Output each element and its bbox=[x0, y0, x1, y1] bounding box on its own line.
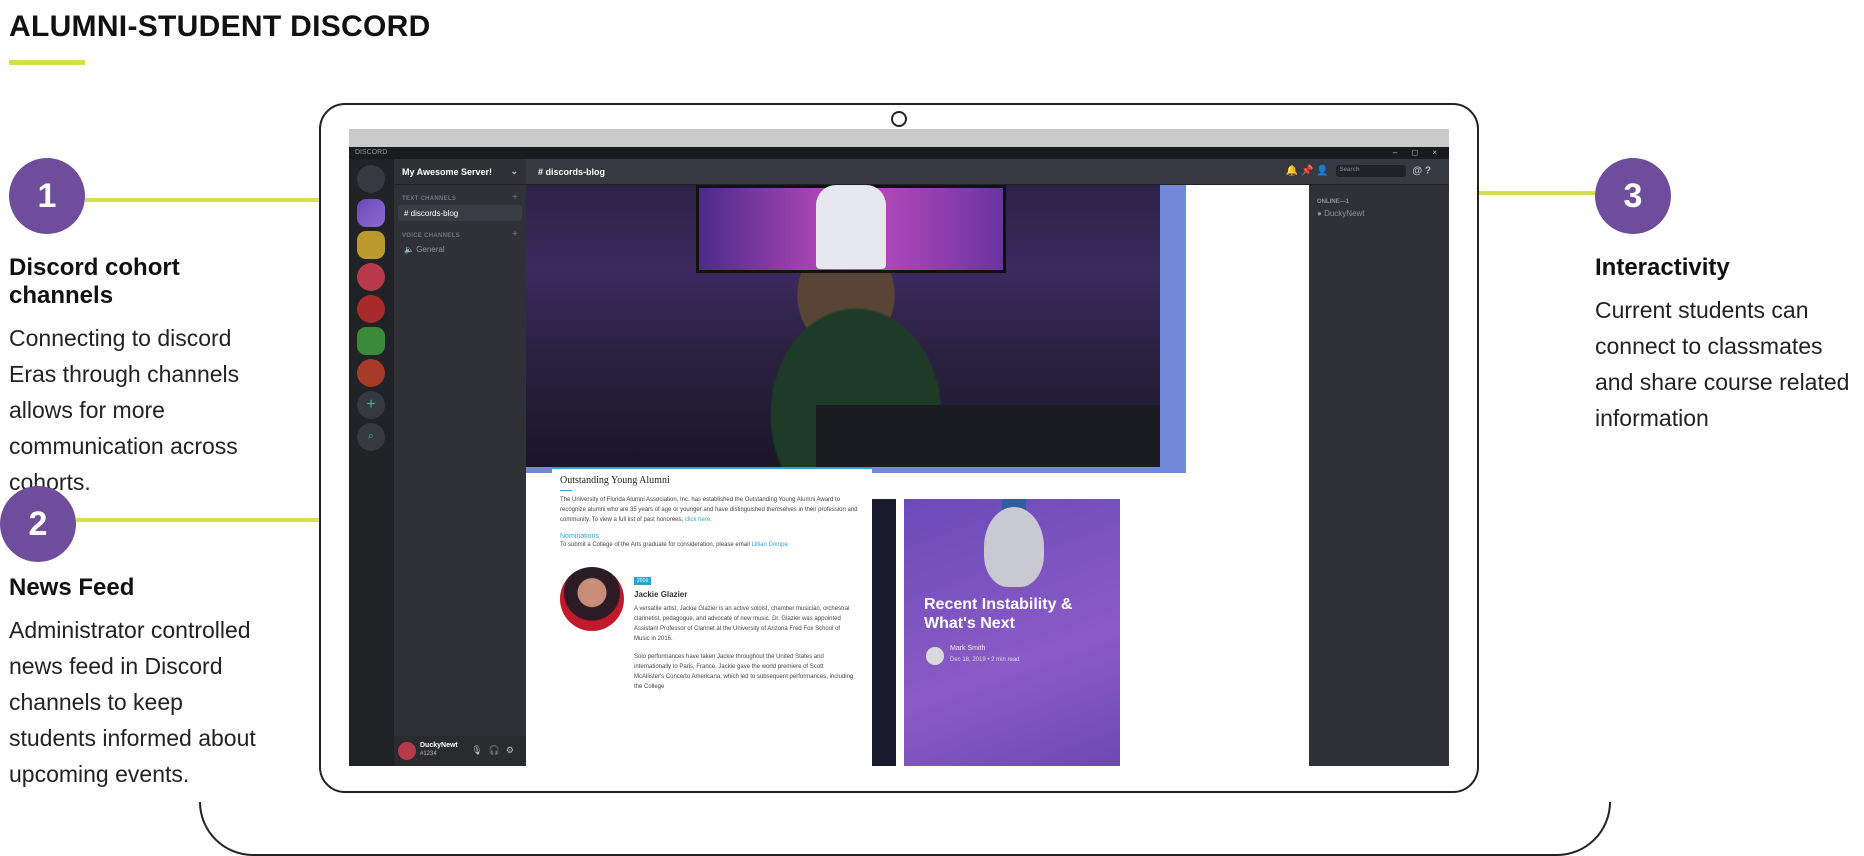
screen-bezel-bar bbox=[349, 129, 1449, 147]
article-intro: The University of Florida Alumni Associa… bbox=[560, 497, 858, 523]
server-icon-4[interactable] bbox=[357, 295, 385, 323]
news-feed: Outstanding Young Alumni The University … bbox=[526, 185, 1309, 766]
bio-paragraph-1: A versatile artist, Jackie Glazier is an… bbox=[634, 606, 850, 642]
lightbulb-icon bbox=[984, 507, 1044, 587]
chevron-down-icon[interactable]: ⌄ bbox=[510, 166, 518, 177]
page-title: ALUMNI-STUDENT DISCORD bbox=[9, 10, 431, 43]
annotation-3: Interactivity Current students can conne… bbox=[1595, 254, 1860, 436]
server-name[interactable]: My Awesome Server! ⌄ bbox=[394, 159, 526, 185]
annotation-heading-3: Interactivity bbox=[1595, 254, 1730, 281]
server-list: + ⌕ bbox=[349, 159, 394, 766]
voice-channels-category[interactable]: VOICE CHANNELS bbox=[402, 233, 460, 239]
voice-channel-general[interactable]: 🔈 General bbox=[398, 241, 522, 257]
article-card: Outstanding Young Alumni The University … bbox=[552, 467, 872, 766]
annotation-1: Discord cohort channels Connecting to di… bbox=[9, 254, 289, 500]
window-controls[interactable]: – ◻ × bbox=[1393, 147, 1443, 159]
window-title: DISCORD bbox=[349, 147, 1449, 159]
server-icon-6[interactable] bbox=[357, 359, 385, 387]
honoree-name: Jackie Glazier bbox=[634, 590, 688, 599]
user-avatar[interactable] bbox=[398, 742, 416, 760]
submit-text: To submit a College of the Arts graduate… bbox=[560, 542, 790, 548]
laptop-camera bbox=[891, 111, 907, 127]
bell-icon[interactable]: 🔔 bbox=[1286, 166, 1298, 177]
text-channels-category[interactable]: TEXT CHANNELS bbox=[402, 196, 456, 202]
dark-column bbox=[872, 499, 896, 766]
year-badge: 2016 bbox=[634, 577, 652, 585]
user-tag: #1234 bbox=[420, 751, 437, 757]
mention-icon[interactable]: @ bbox=[1412, 166, 1422, 177]
online-label: ONLINE—1 bbox=[1317, 199, 1350, 205]
author-avatar bbox=[926, 647, 944, 665]
title-underline bbox=[9, 60, 85, 65]
server-icon-5[interactable] bbox=[357, 327, 385, 355]
tv-figure bbox=[816, 185, 886, 269]
blog-author: Mark Smith bbox=[950, 645, 986, 652]
blog-title: Recent Instability & What's Next bbox=[924, 596, 1073, 632]
honoree-photo bbox=[560, 567, 624, 631]
add-voice-channel-icon[interactable]: + bbox=[512, 229, 518, 240]
channel-header: # discords-blog 🔔 📌 👤 Search @ ? bbox=[526, 159, 1449, 185]
channel-sidebar: My Awesome Server! ⌄ TEXT CHANNELS + # d… bbox=[394, 159, 526, 766]
blog-date: Dec 18, 2019 • 2 min read bbox=[950, 657, 1020, 663]
user-panel: DuckyNewt #1234 🎙🎧⚙ bbox=[394, 736, 526, 766]
annotation-text-1: Connecting to discord Eras through chann… bbox=[9, 325, 240, 495]
bio-paragraph-2: Solo performances have taken Jackie thro… bbox=[634, 654, 854, 690]
annotation-text-2: Administrator controlled news feed in Di… bbox=[9, 617, 256, 787]
honoree-bio: 2016 Jackie Glazier A versatile artist, … bbox=[634, 569, 854, 692]
email-link[interactable]: Lillian Dompe. bbox=[751, 542, 789, 548]
article-title: Outstanding Young Alumni bbox=[560, 475, 670, 486]
pin-icon[interactable]: 📌 bbox=[1301, 166, 1313, 177]
add-server-icon[interactable]: + bbox=[357, 391, 385, 419]
annotation-2: News Feed Administrator controlled news … bbox=[9, 574, 299, 792]
past-honorees-link[interactable]: click here. bbox=[685, 517, 712, 523]
user-name: DuckyNewt bbox=[420, 742, 458, 749]
user-controls[interactable]: 🎙🎧⚙ bbox=[471, 745, 520, 756]
channel-discords-blog[interactable]: # discords-blog bbox=[398, 205, 522, 221]
server-icon-2[interactable] bbox=[357, 231, 385, 259]
annotation-text-3: Current students can connect to classmat… bbox=[1595, 297, 1850, 431]
help-icon[interactable]: ? bbox=[1425, 166, 1431, 177]
feed-photo bbox=[526, 185, 1160, 467]
desk-equipment bbox=[816, 405, 1160, 467]
annotation-number-1: 1 bbox=[9, 158, 85, 234]
annotation-number-3: 3 bbox=[1595, 158, 1671, 234]
annotation-heading-1: Discord cohort channels bbox=[9, 254, 180, 309]
explore-servers-icon[interactable]: ⌕ bbox=[357, 423, 385, 451]
nominations-heading[interactable]: Nominations bbox=[560, 533, 864, 540]
discord-home-icon[interactable] bbox=[357, 165, 385, 193]
annotation-number-2: 2 bbox=[0, 486, 76, 562]
annotation-heading-2: News Feed bbox=[9, 574, 135, 601]
laptop-screen: DISCORD – ◻ × + ⌕ My Awesome Server! ⌄ T… bbox=[349, 129, 1449, 766]
add-channel-icon[interactable]: + bbox=[512, 192, 518, 203]
members-icon[interactable]: 👤 bbox=[1316, 166, 1328, 177]
header-toolbar[interactable]: 🔔 📌 👤 Search @ ? bbox=[1286, 165, 1431, 177]
member-list: ONLINE—1 ● DuckyNewt bbox=[1309, 185, 1449, 766]
member-item[interactable]: ● DuckyNewt bbox=[1317, 209, 1365, 218]
article-rule bbox=[560, 490, 572, 491]
search-input[interactable]: Search bbox=[1335, 165, 1406, 177]
laptop-base bbox=[199, 802, 1611, 856]
server-icon-3[interactable] bbox=[357, 263, 385, 291]
server-icon-1[interactable] bbox=[357, 199, 385, 227]
infographic-page: ALUMNI-STUDENT DISCORD 1 Discord cohort … bbox=[0, 0, 1864, 856]
blog-card[interactable]: Recent Instability & What's Next Mark Sm… bbox=[904, 499, 1120, 766]
blue-panel bbox=[1160, 185, 1186, 473]
